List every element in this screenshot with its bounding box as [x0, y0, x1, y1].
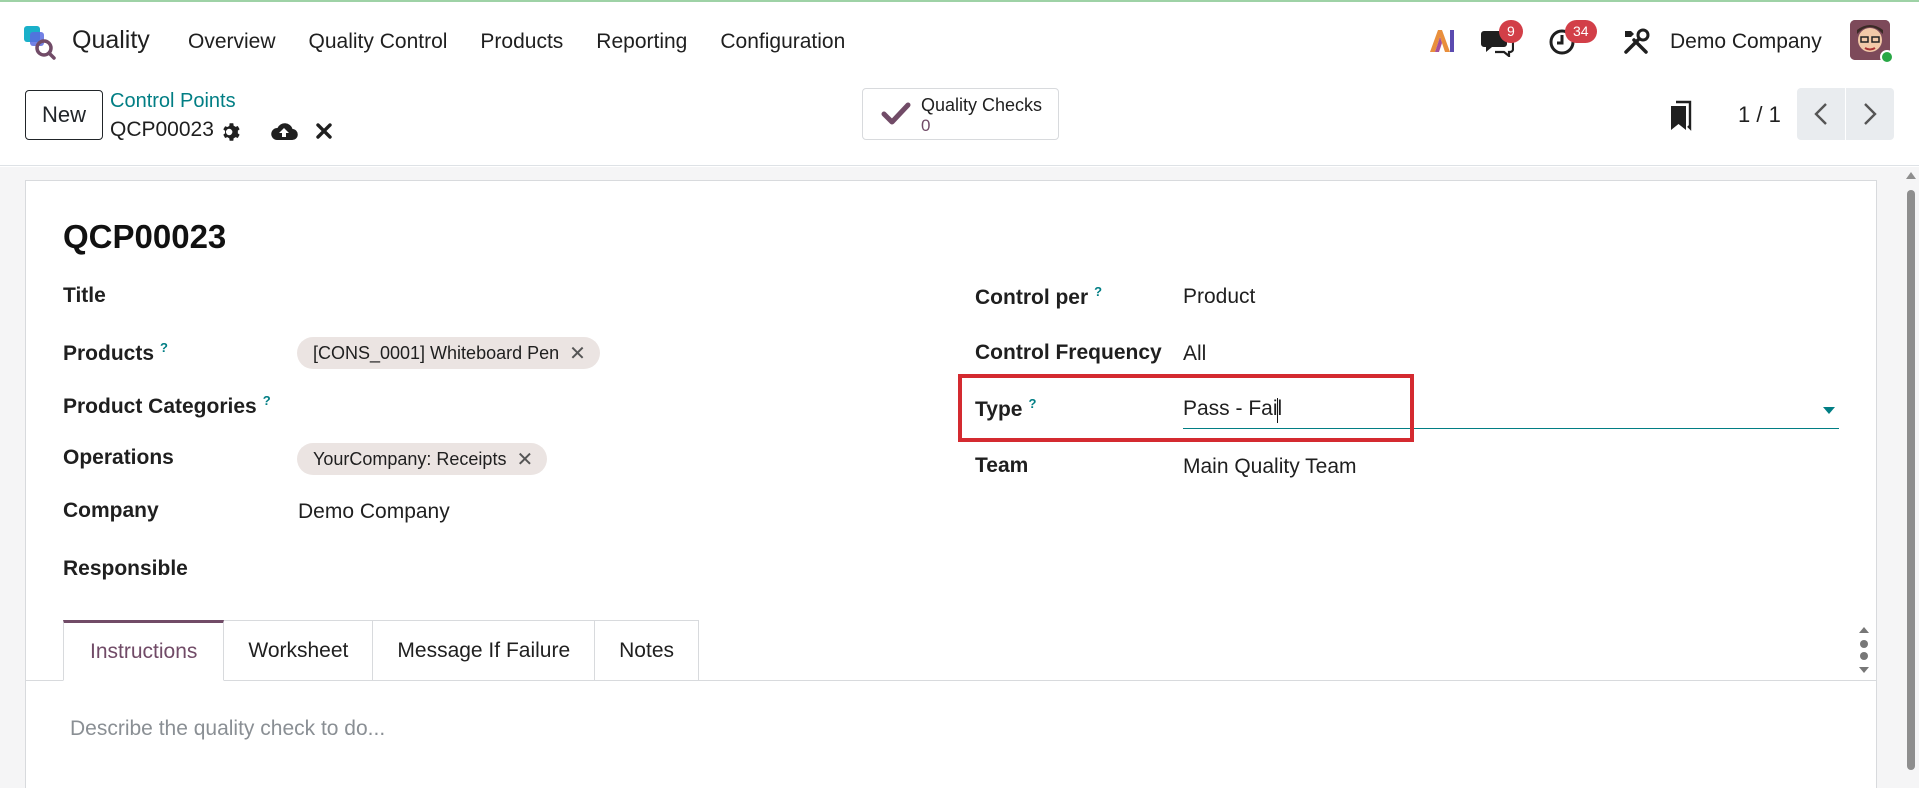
notebook-tabs: Instructions Worksheet Message If Failur…: [63, 620, 699, 681]
top-navbar: Quality Overview Quality Control Product…: [0, 0, 1919, 80]
dropdown-caret-icon[interactable]: [1823, 407, 1835, 414]
pager-value[interactable]: 1 / 1: [1738, 102, 1781, 128]
messages-badge: 9: [1499, 20, 1523, 43]
instructions-editor[interactable]: Describe the quality check to do...: [70, 717, 385, 741]
chevron-left-icon: [1814, 103, 1827, 125]
activities-badge: 34: [1565, 20, 1597, 43]
company-switcher[interactable]: Demo Company: [1670, 30, 1822, 54]
tab-instructions[interactable]: Instructions: [63, 620, 225, 681]
operations-label: Operations: [63, 446, 174, 469]
control-per-label: Control per?: [975, 284, 1102, 310]
menu-configuration[interactable]: Configuration: [720, 30, 845, 54]
products-label-text: Products: [63, 342, 155, 365]
ai-icon[interactable]: [1428, 28, 1456, 54]
products-help-icon[interactable]: ?: [160, 340, 168, 355]
control-frequency-field[interactable]: All: [1183, 342, 1206, 366]
app-name[interactable]: Quality: [72, 26, 150, 55]
control-panel: New Control Points QCP00023 Quality Chec…: [0, 80, 1919, 166]
user-avatar[interactable]: [1850, 20, 1894, 64]
remove-tag-icon[interactable]: ✕: [516, 447, 533, 472]
company-field[interactable]: Demo Company: [298, 500, 450, 524]
actions-bookmark-icon[interactable]: [1668, 100, 1694, 132]
breadcrumb-control-points[interactable]: Control Points: [110, 90, 236, 113]
smart-button-value: 0: [921, 116, 931, 135]
debug-tools-icon[interactable]: [1622, 28, 1650, 56]
online-status-dot: [1880, 50, 1894, 64]
smart-button-label: Quality Checks: [921, 95, 1043, 115]
product-tag-label: [CONS_0001] Whiteboard Pen: [313, 342, 560, 363]
product-tag: [CONS_0001] Whiteboard Pen ✕: [297, 337, 600, 369]
tabs-scroll-indicator[interactable]: [1857, 625, 1871, 675]
breadcrumb-current-record: QCP00023: [110, 118, 214, 141]
discard-icon[interactable]: [315, 122, 333, 140]
menu-reporting[interactable]: Reporting: [596, 30, 687, 54]
pager-previous-button[interactable]: [1797, 88, 1845, 140]
form-sheet: [25, 180, 1877, 788]
team-field[interactable]: Main Quality Team: [1183, 455, 1357, 479]
remove-tag-icon[interactable]: ✕: [569, 341, 586, 366]
quality-checks-smart-button[interactable]: Quality Checks 0: [862, 88, 1059, 140]
gear-icon[interactable]: [220, 121, 242, 143]
operation-tag: YourCompany: Receipts ✕: [297, 443, 548, 475]
product-categories-label: Product Categories?: [63, 393, 271, 419]
save-cloud-icon[interactable]: [270, 120, 298, 142]
scrollbar-thumb[interactable]: [1907, 190, 1915, 770]
record-title[interactable]: QCP00023: [63, 218, 226, 256]
company-label: Company: [63, 499, 159, 522]
title-label: Title: [63, 284, 106, 307]
product-categories-label-text: Product Categories: [63, 395, 257, 418]
operation-tag-label: YourCompany: Receipts: [313, 448, 507, 469]
pager-next-button[interactable]: [1846, 88, 1894, 140]
page-scrollbar[interactable]: [1905, 172, 1917, 788]
new-button[interactable]: New: [25, 90, 103, 140]
team-label: Team: [975, 454, 1029, 477]
responsible-label: Responsible: [63, 557, 188, 580]
scroll-up-arrow-icon[interactable]: [1906, 172, 1916, 179]
main-menu: Overview Quality Control Products Report…: [188, 30, 878, 54]
type-field-highlight: [958, 374, 1414, 442]
menu-quality-control[interactable]: Quality Control: [309, 30, 448, 54]
chevron-right-icon: [1864, 103, 1877, 125]
categories-help-icon[interactable]: ?: [263, 393, 271, 408]
products-label: Products?: [63, 340, 168, 366]
control-per-label-text: Control per: [975, 286, 1089, 309]
tab-worksheet[interactable]: Worksheet: [224, 620, 374, 681]
control-frequency-label: Control Frequency: [975, 341, 1162, 364]
control-per-field[interactable]: Product: [1183, 285, 1255, 309]
check-icon: [881, 102, 911, 125]
menu-products[interactable]: Products: [480, 30, 563, 54]
quality-app-icon[interactable]: [22, 24, 58, 60]
tab-message-if-failure[interactable]: Message If Failure: [373, 620, 596, 681]
menu-overview[interactable]: Overview: [188, 30, 276, 54]
tab-notes[interactable]: Notes: [595, 620, 699, 681]
control-per-help-icon[interactable]: ?: [1094, 284, 1102, 299]
